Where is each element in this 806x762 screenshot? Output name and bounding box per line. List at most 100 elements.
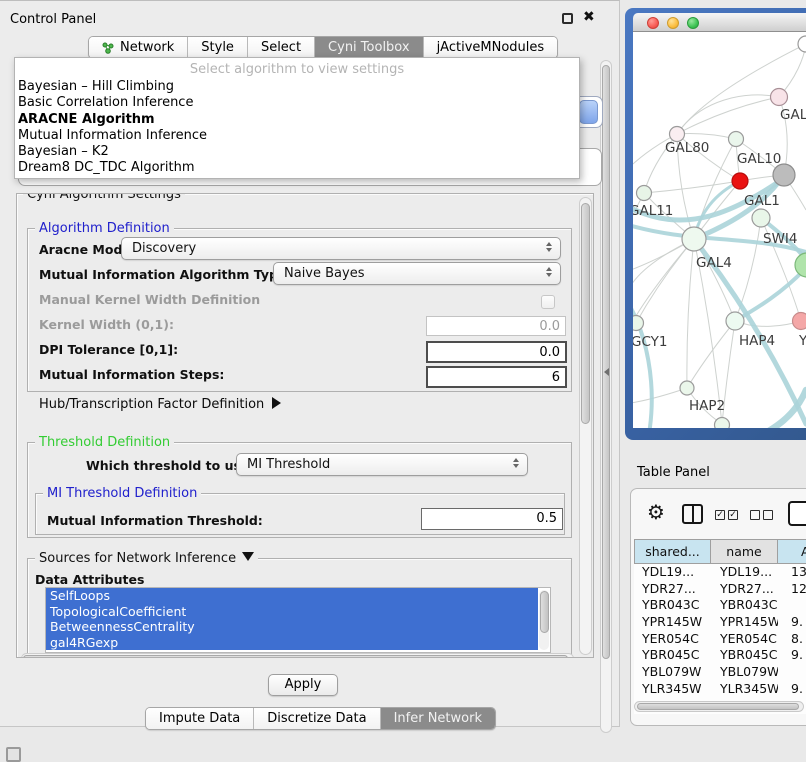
network-node[interactable] <box>773 164 795 186</box>
network-node-gal[interactable] <box>771 89 788 106</box>
network-window-titlebar[interactable] <box>633 13 806 32</box>
network-node[interactable] <box>795 253 806 277</box>
table-row[interactable]: YLR345WYLR345W9. <box>634 681 806 698</box>
close-icon[interactable]: ✖ <box>583 9 595 25</box>
tab-style[interactable]: Style <box>187 37 247 58</box>
algorithm-option[interactable]: ARACNE Algorithm <box>15 112 579 128</box>
which-threshold-select[interactable]: MI Threshold <box>236 453 528 476</box>
manual-kernel-width-checkbox[interactable] <box>541 295 555 309</box>
network-node-gal11[interactable] <box>637 186 652 201</box>
table-panel-title: Table Panel <box>637 465 710 480</box>
table-row[interactable]: YDR27...YDR27...12 <box>634 581 806 598</box>
split-columns-icon[interactable] <box>682 504 703 524</box>
deselect-all-checkboxes-icon[interactable] <box>750 510 773 520</box>
scrollbar-thumb[interactable] <box>23 655 568 658</box>
scrollbar-thumb[interactable] <box>637 703 799 710</box>
mi-algorithm-type-select[interactable]: Naive Bayes <box>273 262 561 285</box>
network-node-gal4[interactable] <box>682 227 706 251</box>
hub-transcription-factor-expander[interactable]: Hub/Transcription Factor Definition <box>39 397 281 412</box>
table-row[interactable]: YBL079WYBL079W <box>634 664 806 681</box>
combo-stepper <box>579 100 598 124</box>
attribute-list-item[interactable]: TopologicalCoefficient <box>46 604 538 620</box>
network-node-gal10[interactable] <box>729 132 744 147</box>
sources-group-title[interactable]: Sources for Network Inference <box>35 551 258 566</box>
node-label: Y <box>798 333 806 349</box>
minimize-traffic-light-icon[interactable] <box>667 17 679 29</box>
column-header[interactable]: A <box>778 539 806 564</box>
list-scrollbar[interactable] <box>539 590 549 650</box>
table-row[interactable]: YDL19...YDL19...13 <box>634 564 806 581</box>
algorithm-dropdown-list: Select algorithm to view settings Bayesi… <box>14 57 580 179</box>
settings-horizontal-scrollbar[interactable] <box>21 653 574 658</box>
select-all-checkboxes-icon[interactable]: ✓✓ <box>715 510 738 520</box>
table-cell: 13 <box>778 564 806 581</box>
network-canvas[interactable]: GALGAL80GAL10GAL1GAL11SWI4GAL4GCY1HAP4YH… <box>633 32 806 428</box>
table-cell: YBR045C <box>711 647 778 664</box>
table-row[interactable]: YBR043CYBR043C <box>634 597 806 614</box>
algorithm-option[interactable]: Bayesian – Hill Climbing <box>15 79 579 95</box>
node-label: GCY1 <box>633 334 668 350</box>
network-node-y[interactable] <box>793 313 806 330</box>
network-node[interactable] <box>715 418 730 429</box>
table-row[interactable]: YPR145WYPR145W9. <box>634 614 806 631</box>
mi-steps-label: Mutual Information Steps: <box>39 367 224 382</box>
mi-threshold-label: Mutual Information Threshold: <box>47 513 263 528</box>
algorithm-option[interactable]: Mutual Information Inference <box>15 128 579 144</box>
table-row[interactable]: YER054CYER054C8. <box>634 631 806 648</box>
tab-label: Infer Network <box>394 711 482 726</box>
network-node-gal1[interactable] <box>732 173 748 189</box>
collapsed-panel-icon[interactable] <box>6 747 21 762</box>
scrollbar-thumb[interactable] <box>540 591 549 633</box>
data-attributes-list[interactable]: SelfLoopsTopologicalCoefficientBetweenne… <box>45 587 551 653</box>
table-horizontal-scrollbar[interactable] <box>634 701 804 712</box>
tab-select[interactable]: Select <box>247 37 314 58</box>
algorithm-option[interactable]: Dream8 DC_TDC Algorithm <box>15 160 579 176</box>
kernel-width-field[interactable]: 0.0 <box>426 316 566 336</box>
divider-collapse-icon[interactable] <box>604 368 609 376</box>
dpi-tolerance-field[interactable]: 0.0 <box>426 341 567 363</box>
node-label: GAL10 <box>737 151 781 167</box>
network-node-hap4[interactable] <box>726 312 744 330</box>
mi-threshold-field[interactable]: 0.5 <box>421 508 563 530</box>
tab-network[interactable]: Network <box>89 37 187 58</box>
float-window-icon[interactable] <box>562 13 573 24</box>
tab-discretize-data[interactable]: Discretize Data <box>253 708 379 729</box>
attribute-list-item[interactable]: BetweennessCentrality <box>46 619 538 635</box>
network-node[interactable] <box>798 36 806 52</box>
scrollbar-thumb[interactable] <box>602 65 610 659</box>
aracne-mode-select[interactable]: Discovery <box>121 237 561 260</box>
zoom-traffic-light-icon[interactable] <box>687 17 699 29</box>
tab-impute-data[interactable]: Impute Data <box>146 708 253 729</box>
tab-jactivemnodules[interactable]: jActiveMNodules <box>423 37 558 58</box>
table-cell: YBR043C <box>711 597 778 614</box>
document-icon[interactable] <box>788 501 806 526</box>
attribute-list-item[interactable]: SelfLoops <box>46 588 538 604</box>
gear-icon[interactable]: ⚙ <box>647 500 665 524</box>
close-traffic-light-icon[interactable] <box>647 17 659 29</box>
mi-steps-field[interactable]: 6 <box>426 366 567 388</box>
algorithm-option[interactable]: Bayesian – K2 <box>15 144 579 160</box>
node-label: HAP2 <box>689 398 725 414</box>
table-cell: YPR145W <box>711 614 778 631</box>
table-cell: YER054C <box>634 631 711 648</box>
algorithm-option[interactable]: Basic Correlation Inference <box>15 95 579 111</box>
tab-cyni-toolbox[interactable]: Cyni Toolbox <box>314 37 423 58</box>
table-cell: YER054C <box>711 631 778 648</box>
column-header[interactable]: name <box>711 539 778 564</box>
table-cell <box>778 597 806 614</box>
tab-infer-network[interactable]: Infer Network <box>380 708 495 729</box>
network-node-swi4[interactable] <box>752 209 770 227</box>
network-node-gcy1[interactable] <box>633 316 644 331</box>
apply-button[interactable]: Apply <box>268 674 338 696</box>
node-label: GAL1 <box>744 193 780 209</box>
column-header[interactable]: shared... <box>634 539 711 564</box>
scrollbar-thumb[interactable] <box>581 203 590 424</box>
hub-section-label: Hub/Transcription Factor Definition <box>39 397 264 412</box>
attribute-list-item[interactable]: gal4RGexp <box>46 635 538 651</box>
table-cell: 8. <box>778 631 806 648</box>
table-row[interactable]: YBR045CYBR045C9. <box>634 647 806 664</box>
network-node-hap2[interactable] <box>680 381 694 395</box>
table-rows: YDL19...YDL19...13YDR27...YDR27...12YBR0… <box>634 564 806 714</box>
node-label: HAP4 <box>739 333 775 349</box>
settings-vertical-scrollbar[interactable] <box>579 197 592 655</box>
